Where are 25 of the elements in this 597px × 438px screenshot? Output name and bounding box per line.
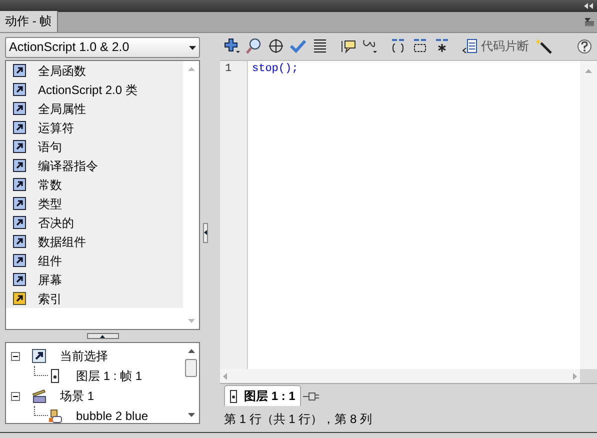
category-item[interactable]: 数据组件 — [38, 232, 86, 250]
category-item[interactable]: 全局属性 — [38, 100, 86, 118]
category-item[interactable]: 编译器指令 — [38, 156, 98, 174]
category-item[interactable]: 索引 — [38, 290, 62, 308]
category-item[interactable]: 全局函数 — [38, 62, 86, 80]
script-editor[interactable]: 1 stop(); — [220, 60, 597, 370]
status-text: 第 1 行（共 1 行），第 8 列 — [223, 411, 374, 428]
line-number: 1 — [224, 62, 233, 76]
category-item[interactable]: 组件 — [38, 252, 62, 270]
code-snippets-button[interactable]: 代码片断 — [460, 35, 531, 58]
category-item[interactable]: ActionScript 2.0 类 — [38, 80, 138, 98]
category-item[interactable]: 语句 — [38, 138, 62, 156]
language-dropdown[interactable]: ActionScript 1.0 & 2.0 — [5, 37, 200, 58]
script-tab[interactable]: 图层 1 : 1 — [224, 385, 302, 406]
category-item[interactable]: 常数 — [38, 176, 62, 194]
category-item[interactable]: 否决的 — [38, 214, 74, 232]
tree-item[interactable]: bubble 2 blue — [76, 407, 148, 425]
panel-tab[interactable]: 动作 - 帧 — [0, 11, 58, 32]
category-item[interactable]: 类型 — [38, 194, 62, 212]
tree-item[interactable]: 图层 1 : 帧 1 — [76, 367, 142, 385]
code-line: stop(); — [252, 62, 300, 76]
tree-item[interactable]: 当前选择 — [60, 347, 108, 365]
category-item[interactable]: 屏幕 — [38, 270, 62, 288]
category-item[interactable]: 运算符 — [38, 118, 74, 136]
tree-item[interactable]: 场景 1 — [60, 387, 94, 405]
